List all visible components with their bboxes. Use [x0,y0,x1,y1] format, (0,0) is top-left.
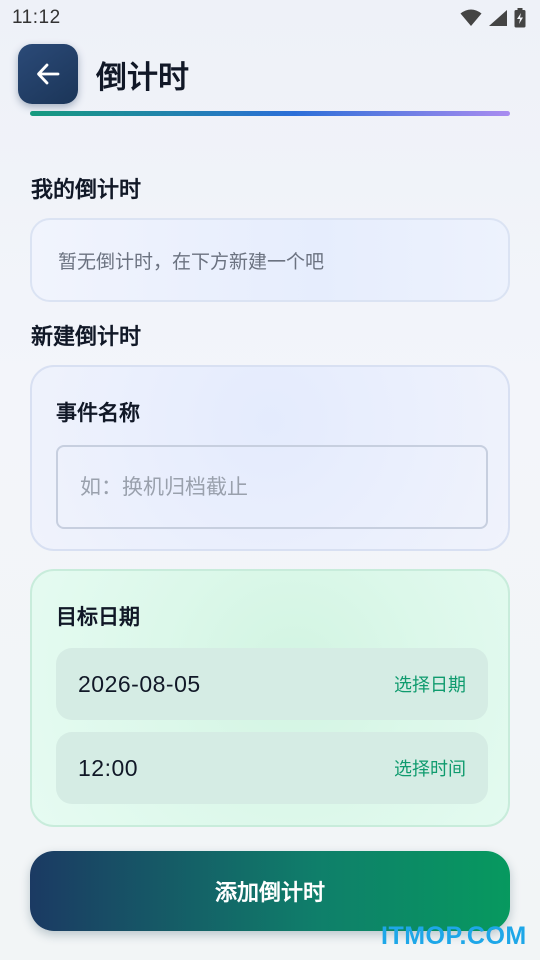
select-date-button[interactable]: 选择日期 [394,671,466,697]
time-value: 12:00 [78,754,139,781]
cellular-signal-icon [489,10,507,26]
event-name-card: 事件名称 [30,365,510,551]
status-time: 11:12 [12,7,61,28]
date-picker-row[interactable]: 2026-08-05 选择日期 [56,648,488,720]
app-header: 倒计时 [18,44,189,104]
event-name-label: 事件名称 [56,401,140,425]
my-countdowns-title: 我的倒计时 [31,178,142,203]
select-time-button[interactable]: 选择时间 [394,755,466,781]
status-bar: 11:12 [0,0,540,36]
add-countdown-button[interactable]: 添加倒计时 [30,851,510,931]
battery-charging-icon [514,8,526,28]
add-countdown-label: 添加倒计时 [214,881,325,906]
empty-state-card: 暂无倒计时，在下方新建一个吧 [30,218,510,302]
back-button[interactable] [18,44,78,104]
new-countdown-title: 新建倒计时 [31,325,142,350]
page-title: 倒计时 [96,59,189,96]
date-value: 2026-08-05 [78,670,201,697]
time-picker-row[interactable]: 12:00 选择时间 [56,732,488,804]
wifi-icon [460,9,482,26]
arrow-left-icon [37,63,60,85]
watermark: ITMOP.COM [381,922,527,950]
status-icons [460,8,526,28]
empty-state-text: 暂无倒计时，在下方新建一个吧 [58,250,325,273]
target-date-label: 目标日期 [56,605,140,629]
title-underline [30,111,510,116]
event-name-input[interactable] [56,445,488,529]
target-date-card: 目标日期 2026-08-05 选择日期 12:00 选择时间 [30,569,510,827]
